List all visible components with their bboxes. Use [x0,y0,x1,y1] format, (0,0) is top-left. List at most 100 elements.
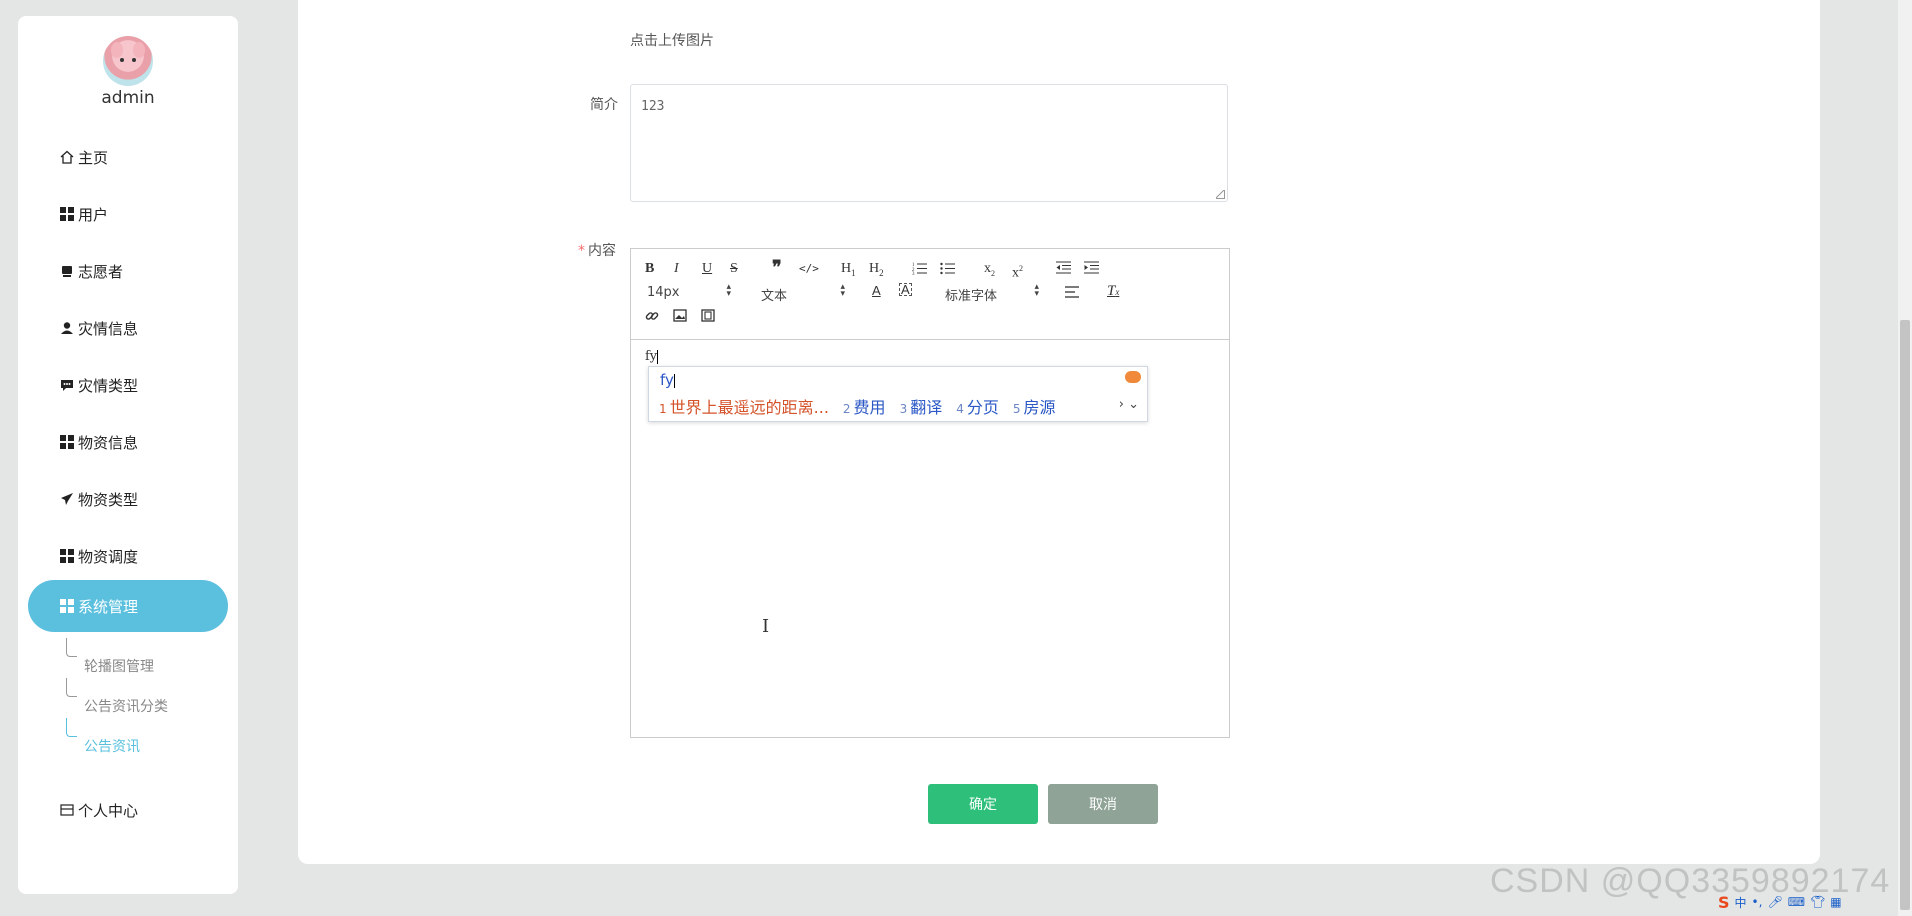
resize-grip-icon[interactable] [1216,190,1225,199]
skin-icon[interactable]: 👕︎ [1810,895,1825,909]
required-mark: * [578,243,585,259]
sogou-logo-icon: S [1718,892,1730,912]
upload-hint[interactable]: 点击上传图片 [630,30,714,50]
ime-tray[interactable]: S 中 •, 🎤︎ ⌨︎ 👕︎ ▦ [1718,892,1842,912]
ime-logo-icon [1125,371,1141,383]
font-family-select[interactable]: 标准字体 ▴ ▾ [945,283,1039,305]
ime-candidate[interactable]: 2 费用 [843,394,886,418]
cancel-button[interactable]: 取消 [1048,784,1158,824]
user-icon [60,321,74,335]
avatar[interactable] [103,36,153,86]
code-block-icon[interactable]: </> [799,261,819,277]
grid-icon [60,599,74,613]
grid-icon [60,549,74,563]
svg-text:3: 3 [912,272,915,275]
ime-candidates: 1 世界上最遥远的距离... 2 费用 3 翻译 4 分页 5 房源 [659,394,1070,418]
sidebar-item-volunteer[interactable]: 志愿者 [60,260,123,282]
card-icon [60,803,74,817]
page-scrollbar[interactable] [1898,0,1912,916]
tree-line [66,678,77,697]
editor-text: fy [645,349,658,364]
intro-label: 简介 [590,97,618,113]
sidebar-item-users[interactable]: 用户 [60,203,108,225]
text-caret [657,349,659,364]
language-indicator[interactable]: 中 [1735,894,1747,911]
sidebar-item-system-inner: 系统管理 [60,595,138,617]
sidebar-subitem-carousel[interactable]: 轮播图管理 [84,656,154,676]
sidebar-item-label: 物资类型 [78,490,139,509]
indent-icon[interactable] [1084,261,1099,279]
image-icon[interactable] [673,309,687,327]
toolbox-icon[interactable]: ▦ [1830,895,1841,909]
volunteer-icon [60,264,74,278]
bullet-list-icon[interactable] [940,261,956,280]
form-panel: 点击上传图片 简介 123 * 内容 B I U S ❞ </> H1 H2 12… [298,0,1820,864]
paper-plane-icon [60,492,74,506]
sidebar-item-label: 系统管理 [78,597,139,616]
font-size-select[interactable]: 14px ▴ ▾ [647,283,731,301]
content-label: * 内容 [578,243,616,259]
video-icon[interactable] [701,309,715,327]
sidebar: admin 主页 用户 志愿者 灾情信息 灾情类型 物资信息 物资类型 物资调度… [18,16,238,894]
link-icon[interactable] [645,309,659,328]
sidebar-item-label: 灾情信息 [78,319,139,338]
ime-input: fy [660,371,675,389]
intro-value: 123 [641,99,665,114]
rich-text-editor[interactable]: B I U S ❞ </> H1 H2 123 x2 x2 14px ▴ ▾ 文… [630,248,1230,738]
outdent-icon[interactable] [1056,261,1071,279]
sidebar-item-label: 物资调度 [78,547,139,566]
sidebar-item-label: 主页 [78,148,109,167]
sidebar-item-material-dispatch[interactable]: 物资调度 [60,545,138,567]
font-color-icon[interactable]: A [872,283,881,299]
background-color-icon[interactable]: A [899,283,912,296]
username: admin [101,88,155,108]
clear-format-icon[interactable]: Tx [1107,283,1119,300]
sidebar-item-material-type[interactable]: 物资类型 [60,488,138,510]
sidebar-item-system[interactable]: 系统管理 [28,580,228,632]
bold-icon[interactable]: B [645,261,654,277]
header2-icon[interactable]: H2 [869,261,884,281]
confirm-button[interactable]: 确定 [928,784,1038,824]
scrollbar-thumb[interactable] [1900,320,1910,910]
strike-icon[interactable]: S [730,261,738,277]
ibeam-cursor-icon: I [762,616,770,637]
sidebar-subitem-news[interactable]: 公告资讯 [84,736,140,756]
ime-candidate-popup: fy 1 世界上最遥远的距离... 2 费用 3 翻译 4 分页 5 房源 › ⌄ [648,366,1148,422]
tree-line [66,638,77,657]
sidebar-item-personal[interactable]: 个人中心 [60,799,138,821]
keyboard-icon[interactable]: ⌨︎ [1788,895,1805,909]
header-select[interactable]: 文本 ▴ ▾ [761,283,845,305]
grid-icon [60,435,74,449]
ime-candidate[interactable]: 1 世界上最遥远的距离... [659,394,829,418]
ordered-list-icon[interactable]: 123 [912,261,928,280]
sidebar-item-label: 志愿者 [78,262,124,281]
sidebar-item-home[interactable]: 主页 [60,146,108,168]
underline-icon[interactable]: U [702,261,712,277]
superscript-icon[interactable]: x2 [1012,261,1023,282]
comment-icon [60,378,74,392]
italic-icon[interactable]: I [674,261,679,277]
microphone-icon[interactable]: 🎤︎ [1767,895,1782,909]
header1-icon[interactable]: H1 [841,261,856,281]
sidebar-item-disaster-type[interactable]: 灾情类型 [60,374,138,396]
sidebar-item-disaster-info[interactable]: 灾情信息 [60,317,138,339]
sidebar-item-material-info[interactable]: 物资信息 [60,431,138,453]
align-icon[interactable] [1065,286,1080,303]
sidebar-subitem-news-category[interactable]: 公告资讯分类 [84,696,168,716]
editor-toolbar: B I U S ❞ </> H1 H2 123 x2 x2 14px ▴ ▾ 文… [631,249,1229,340]
ime-next-page-icon[interactable]: › ⌄ [1119,397,1139,412]
ime-candidate[interactable]: 3 翻译 [900,394,943,418]
intro-textarea[interactable]: 123 [630,84,1228,202]
ime-candidate[interactable]: 4 分页 [956,394,999,418]
punctuation-icon[interactable]: •, [1752,895,1763,909]
grid-icon [60,207,74,221]
ime-candidate[interactable]: 5 房源 [1013,394,1056,418]
sidebar-item-label: 个人中心 [78,801,139,820]
tree-line [66,718,77,737]
subscript-icon[interactable]: x2 [984,261,995,282]
home-icon [60,150,74,164]
sidebar-item-label: 灾情类型 [78,376,139,395]
sidebar-item-label: 物资信息 [78,433,139,452]
blockquote-icon[interactable]: ❞ [772,258,782,276]
sidebar-item-label: 用户 [78,205,109,224]
